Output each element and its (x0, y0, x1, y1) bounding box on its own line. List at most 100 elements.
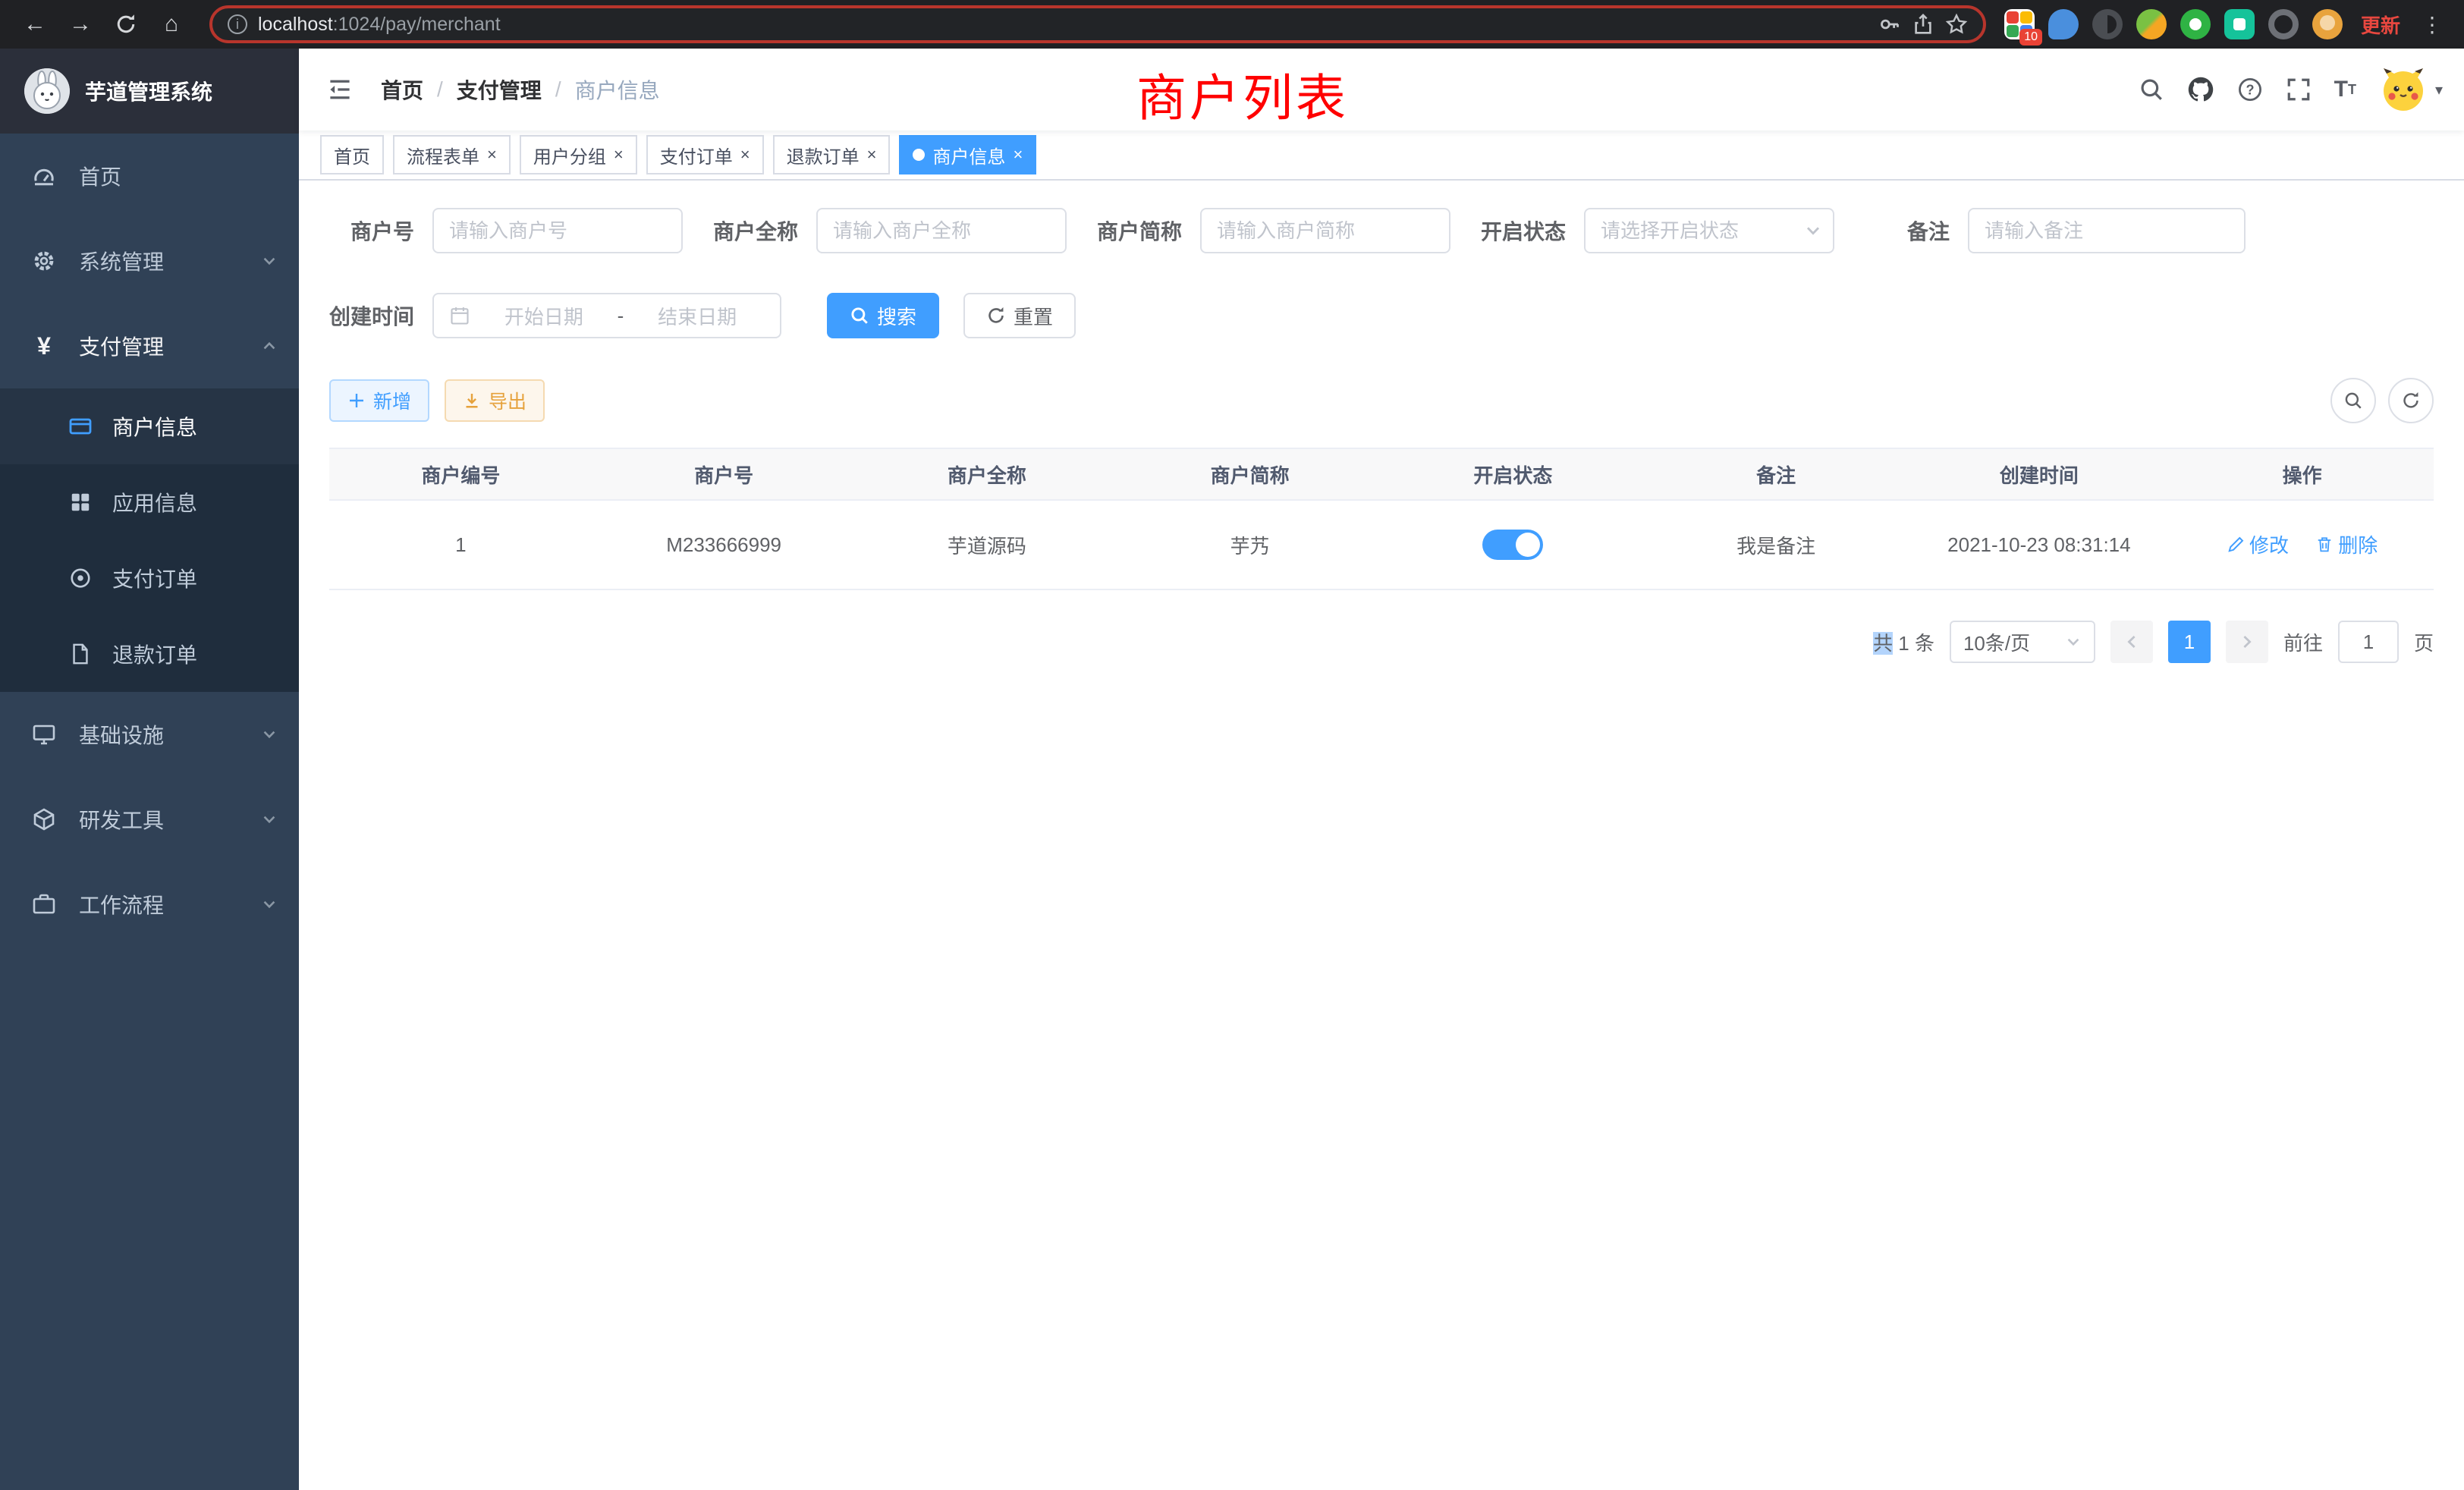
filter-create-time: 创建时间 开始日期 - 结束日期 (329, 293, 781, 338)
page-number-1[interactable]: 1 (2168, 621, 2211, 663)
tab-home[interactable]: 首页 (320, 135, 384, 174)
sidebar-item-merchant-info[interactable]: 商户信息 (0, 388, 299, 464)
cell-merchant-id: 1 (329, 500, 592, 589)
close-icon[interactable]: × (614, 146, 624, 163)
close-icon[interactable]: × (867, 146, 877, 163)
cell-remark: 我是备注 (1645, 500, 1908, 589)
table-header-row: 商户编号 商户号 商户全称 商户简称 开启状态 备注 创建时间 操作 (329, 448, 2434, 500)
status-select[interactable] (1584, 208, 1834, 253)
short-name-input[interactable] (1200, 208, 1450, 253)
forward-icon[interactable]: → (61, 5, 100, 44)
breadcrumb-payment[interactable]: 支付管理 (457, 74, 542, 105)
sidebar-item-dev-tools[interactable]: 研发工具 (0, 777, 299, 862)
filter-short-name: 商户简称 (1097, 208, 1450, 253)
close-icon[interactable]: × (740, 146, 750, 163)
add-button[interactable]: 新增 (329, 379, 429, 422)
font-size-icon[interactable]: TT (2334, 78, 2356, 101)
tab-refund-orders[interactable]: 退款订单× (773, 135, 891, 174)
share-icon[interactable] (1912, 13, 1934, 36)
extension-drop-icon[interactable] (2048, 9, 2079, 39)
back-icon[interactable]: ← (15, 5, 55, 44)
edit-button[interactable]: 修改 (2227, 530, 2289, 558)
field-label: 商户号 (329, 215, 432, 246)
sidebar-item-label: 应用信息 (112, 487, 197, 517)
grid-icon (67, 491, 94, 514)
site-info-icon[interactable]: i (228, 14, 247, 34)
extension-dark-icon[interactable] (2092, 9, 2123, 39)
close-icon[interactable]: × (1013, 146, 1023, 163)
extension-avatar-icon[interactable] (2136, 9, 2167, 39)
merchant-no-input[interactable] (432, 208, 683, 253)
caret-down-icon: ▾ (2435, 80, 2443, 99)
status-select-input[interactable] (1584, 208, 1834, 253)
fullscreen-icon[interactable] (2286, 77, 2312, 102)
user-avatar (2379, 65, 2428, 114)
extension-knot-icon[interactable] (2268, 9, 2299, 39)
remark-input[interactable] (1968, 208, 2246, 253)
sidebar-item-infrastructure[interactable]: 基础设施 (0, 692, 299, 777)
reset-button[interactable]: 重置 (963, 293, 1076, 338)
tags-view-bar: 首页 流程表单× 用户分组× 支付订单× 退款订单× 商户信息× (299, 130, 2464, 181)
sidebar: 芋道管理系统 首页 系统管理 ¥ 支付管理 (0, 49, 299, 1490)
sidebar-item-label: 工作流程 (79, 889, 164, 919)
goto-page-input[interactable] (2338, 621, 2399, 663)
refresh-table-button[interactable] (2388, 378, 2434, 423)
extension-profile-icon[interactable] (2312, 9, 2343, 39)
date-end-placeholder[interactable]: 结束日期 (630, 302, 765, 330)
sidebar-item-label: 系统管理 (79, 246, 164, 276)
sidebar-item-label: 支付订单 (112, 563, 197, 593)
sidebar-item-refund-orders[interactable]: 退款订单 (0, 616, 299, 692)
date-start-placeholder[interactable]: 开始日期 (476, 302, 611, 330)
user-menu[interactable]: ▾ (2379, 65, 2443, 114)
tab-payment-orders[interactable]: 支付订单× (646, 135, 764, 174)
sidebar-item-payment-orders[interactable]: 支付订单 (0, 540, 299, 616)
page-size-select[interactable]: 10条/页 (1950, 621, 2095, 663)
tab-user-group[interactable]: 用户分组× (520, 135, 637, 174)
sidebar-item-payment[interactable]: ¥ 支付管理 (0, 303, 299, 388)
status-toggle[interactable] (1482, 530, 1543, 560)
sidebar-item-app-info[interactable]: 应用信息 (0, 464, 299, 540)
chevron-down-icon (261, 896, 278, 913)
refresh-icon[interactable] (106, 5, 146, 44)
home-icon[interactable]: ⌂ (152, 5, 191, 44)
breadcrumb-home[interactable]: 首页 (381, 74, 423, 105)
breadcrumb-current: 商户信息 (575, 74, 660, 105)
field-label: 商户简称 (1097, 215, 1200, 246)
search-button[interactable]: 搜索 (827, 293, 939, 338)
full-name-input[interactable] (816, 208, 1067, 253)
github-icon[interactable] (2187, 76, 2214, 103)
next-page-button[interactable] (2226, 621, 2268, 663)
date-range-picker[interactable]: 开始日期 - 结束日期 (432, 293, 781, 338)
sidebar-item-home[interactable]: 首页 (0, 134, 299, 218)
help-icon[interactable]: ? (2237, 77, 2263, 102)
box-icon (30, 807, 58, 831)
col-create-time: 创建时间 (1908, 448, 2171, 500)
delete-button[interactable]: 删除 (2315, 530, 2378, 558)
browser-update-button[interactable]: 更新 (2352, 11, 2409, 39)
search-icon[interactable] (2139, 77, 2164, 102)
cell-merchant-no: M233666999 (592, 500, 856, 589)
sidebar-item-system[interactable]: 系统管理 (0, 218, 299, 303)
browser-menu-icon[interactable]: ⋮ (2415, 12, 2449, 37)
pagination: 共 1 条 10条/页 1 前往 页 (329, 621, 2434, 663)
svg-text:?: ? (2246, 82, 2254, 97)
sidebar-item-workflow[interactable]: 工作流程 (0, 862, 299, 947)
cell-create-time: 2021-10-23 08:31:14 (1908, 500, 2171, 589)
extension-green-square-icon[interactable] (2224, 9, 2255, 39)
extension-colorful-icon[interactable]: 10 (2004, 9, 2035, 39)
password-key-icon[interactable] (1878, 13, 1901, 36)
extension-green-circle-icon[interactable] (2180, 9, 2211, 39)
toggle-search-button[interactable] (2330, 378, 2376, 423)
sidebar-fold-icon[interactable] (320, 76, 360, 103)
tab-merchant-info[interactable]: 商户信息× (899, 135, 1036, 174)
logo-area[interactable]: 芋道管理系统 (0, 49, 299, 134)
tab-process-form[interactable]: 流程表单× (393, 135, 511, 174)
bookmark-star-icon[interactable] (1945, 13, 1968, 36)
filter-row-1: 商户号 商户全称 商户简称 开启状态 (329, 208, 2434, 253)
close-icon[interactable]: × (487, 146, 497, 163)
address-bar[interactable]: i localhost:1024/pay/merchant (209, 5, 1986, 43)
prev-page-button[interactable] (2110, 621, 2153, 663)
export-button[interactable]: 导出 (445, 379, 545, 422)
url-text: localhost:1024/pay/merchant (258, 14, 501, 36)
table-row: 1 M233666999 芋道源码 芋艿 我是备注 2021-10-23 08:… (329, 500, 2434, 589)
